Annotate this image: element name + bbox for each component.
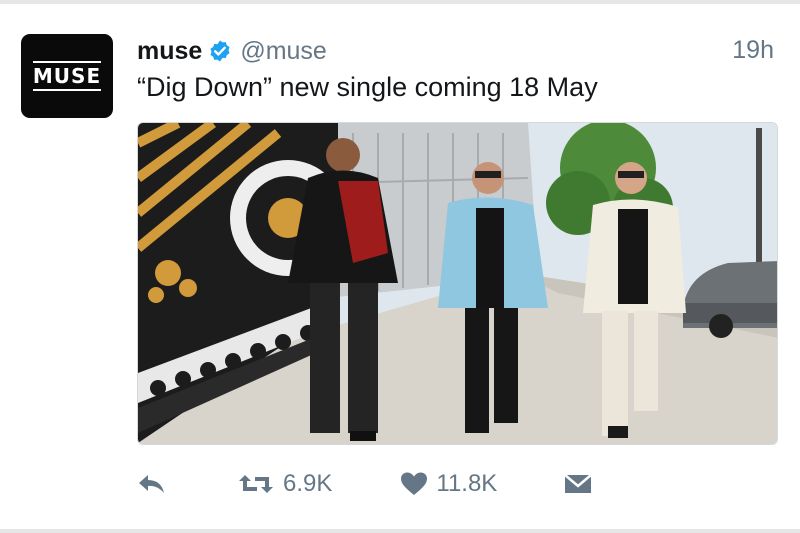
tweet-header: muse @muse	[137, 36, 327, 66]
tweet-text: “Dig Down” new single coming 18 May	[137, 72, 598, 102]
message-button[interactable]	[563, 472, 593, 496]
avatar-logo: MUSE	[32, 61, 102, 91]
retweet-button[interactable]: 6.9K	[237, 470, 332, 498]
like-button[interactable]: 11.8K	[400, 470, 497, 498]
verified-badge-icon	[210, 40, 230, 62]
envelope-icon	[564, 474, 593, 493]
retweet-icon	[239, 475, 273, 493]
tweet-actions: 6.9K 11.8K	[137, 466, 593, 502]
tweet-card[interactable]: MUSE muse @muse 19h “Dig Down” new singl…	[0, 0, 800, 533]
reply-arrow-icon	[139, 475, 164, 493]
reply-button[interactable]	[137, 472, 167, 496]
band-photo	[138, 123, 777, 444]
like-count: 11.8K	[436, 470, 498, 497]
heart-icon	[401, 472, 428, 495]
author-name[interactable]: muse	[137, 37, 202, 66]
author-handle[interactable]: @muse	[240, 37, 327, 66]
tweet-timestamp[interactable]: 19h	[732, 36, 774, 65]
avatar[interactable]: MUSE	[21, 34, 113, 118]
retweet-count: 6.9K	[283, 470, 333, 497]
tweet-photo[interactable]	[137, 122, 778, 445]
